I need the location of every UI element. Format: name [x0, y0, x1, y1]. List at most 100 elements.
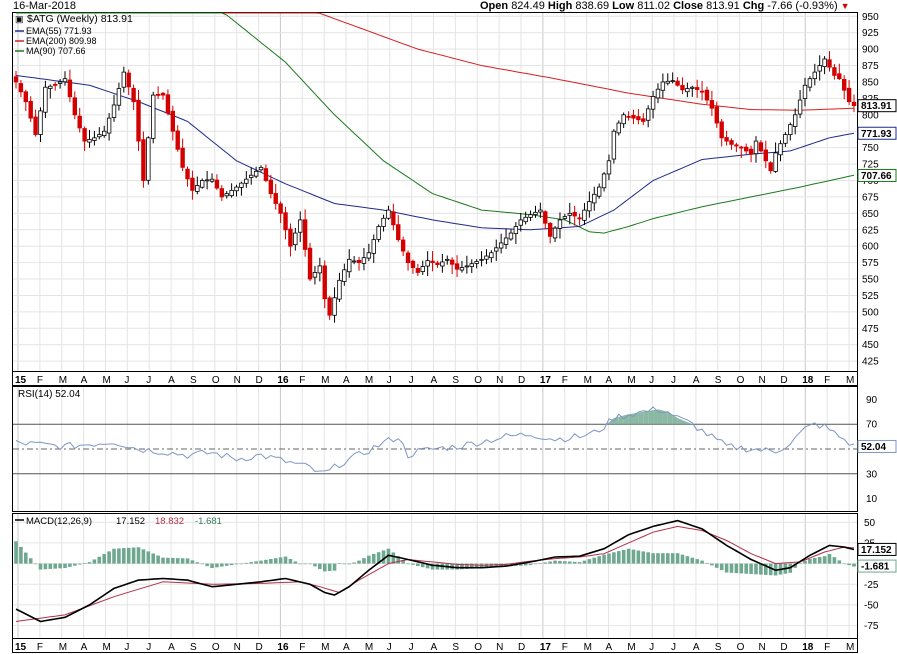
macd-histogram-bar — [264, 559, 268, 564]
macd-histogram-bar — [254, 561, 258, 564]
price-tick-label: 875 — [862, 61, 879, 72]
macd-histogram-bar — [548, 561, 552, 564]
x-tick-label: 17 — [540, 642, 552, 653]
x-tick-label: M — [627, 642, 635, 653]
macd-histogram-bar — [210, 563, 214, 569]
candle-body — [317, 265, 323, 274]
candle-body — [425, 260, 430, 267]
candle-body — [13, 76, 19, 83]
macd-histogram-bar — [371, 553, 376, 564]
macd-histogram-bar — [73, 563, 77, 566]
x-tick-label: M — [584, 642, 592, 653]
candle-body — [249, 174, 254, 178]
candle-body — [273, 193, 278, 204]
candle-body — [797, 99, 803, 115]
candle-body — [440, 261, 445, 267]
x-tick-label: M — [59, 642, 67, 653]
candle-body — [18, 83, 24, 93]
candle-body — [660, 81, 666, 91]
candle-body — [479, 258, 484, 261]
candle-body — [685, 88, 690, 93]
macd-histogram-bar — [729, 563, 734, 573]
macd-histogram-bar — [381, 550, 386, 564]
macd-histogram-bar — [151, 553, 156, 564]
x-tick-label: J — [124, 642, 129, 653]
rsi-overbought-fill — [638, 411, 644, 425]
candle-body — [694, 87, 700, 90]
macd-histogram-bar — [82, 563, 87, 564]
candle-body — [680, 85, 685, 91]
rsi-tick-label: 10 — [866, 494, 878, 505]
candle-body — [822, 58, 827, 68]
x-tick-label: D — [518, 642, 525, 653]
macd-histogram-bar — [24, 552, 28, 564]
price-tick-label: 750 — [862, 143, 879, 154]
macd-histogram-bar — [837, 560, 842, 564]
macd-histogram-bar — [759, 563, 763, 575]
macd-histogram-bar — [710, 563, 714, 566]
macd-tick-label: -25 — [864, 580, 879, 591]
x-tick-label: O — [474, 642, 482, 653]
candle-body — [435, 262, 440, 265]
x-tick-label: O — [212, 642, 220, 653]
candle-body — [513, 226, 519, 235]
x-tick-label: J — [409, 642, 414, 653]
macd-histogram-bar — [229, 563, 234, 566]
candle-body — [170, 110, 176, 132]
candle-body — [38, 110, 43, 135]
candle-body — [827, 59, 832, 68]
macd-histogram-bar — [656, 553, 660, 564]
macd-legend-name: MACD(12,26,9) — [26, 516, 92, 527]
macd-histogram-bar — [587, 559, 592, 564]
x-tick-label: F — [299, 642, 305, 653]
candle-body — [484, 255, 489, 260]
candle-body — [126, 72, 131, 88]
candle-body — [72, 97, 78, 116]
macd-histogram-bar — [690, 557, 695, 564]
x-tick-label: M — [846, 642, 854, 653]
x-tick-label: N — [759, 642, 766, 653]
candle-body — [298, 219, 303, 233]
candle-body — [841, 79, 847, 91]
candle-body — [763, 149, 768, 162]
macd-histogram-bar — [77, 563, 82, 565]
macd-histogram-bar — [337, 563, 342, 564]
macd-histogram-bar — [332, 563, 337, 571]
macd-legend-hist: -1.681 — [195, 516, 222, 527]
macd-histogram-bar — [582, 560, 587, 564]
x-tick-label: S — [715, 642, 722, 653]
candle-body — [783, 134, 788, 144]
rsi-tick-label: 70 — [866, 420, 878, 431]
candle-body — [102, 130, 107, 137]
candle-body — [43, 86, 48, 113]
macd-histogram-bar — [166, 557, 170, 564]
x-tick-label: N — [496, 375, 503, 386]
x-tick-label: M — [321, 642, 329, 653]
x-tick-label: D — [256, 375, 263, 386]
macd-histogram-bar — [102, 554, 107, 564]
legend-ma90: MA(90) 707.66 — [26, 46, 86, 56]
stockchart: 15 15 F F M M A A M M J J J J A A S S O O N N D D 16 16 F F M M A A M M J J… — [12, 12, 897, 653]
candle-body — [596, 186, 602, 197]
candle-body — [200, 180, 205, 188]
x-tick-label: 15 — [15, 375, 27, 386]
candle-body — [253, 170, 259, 177]
x-tick-label: M — [846, 375, 854, 386]
candle-body — [62, 78, 68, 83]
candle-body — [23, 91, 29, 103]
candle-body — [204, 179, 210, 182]
x-tick-label: J — [124, 375, 129, 386]
macd-histogram-bar — [832, 557, 837, 564]
candle-body — [758, 142, 764, 152]
candle-body — [621, 114, 626, 125]
x-tick-label: O — [737, 375, 745, 386]
macd-histogram-bar — [744, 563, 748, 574]
x-tick-label: F — [824, 375, 830, 386]
macd-histogram-bar — [156, 555, 160, 564]
macd-histogram-bar — [362, 558, 366, 564]
macd-histogram-bar — [357, 560, 361, 564]
macd-histogram-bar — [852, 563, 856, 567]
rsi-overbought-fill — [648, 410, 654, 425]
macd-histogram-bar — [117, 548, 121, 564]
macd-legend-signal: 18.832 — [155, 516, 184, 527]
